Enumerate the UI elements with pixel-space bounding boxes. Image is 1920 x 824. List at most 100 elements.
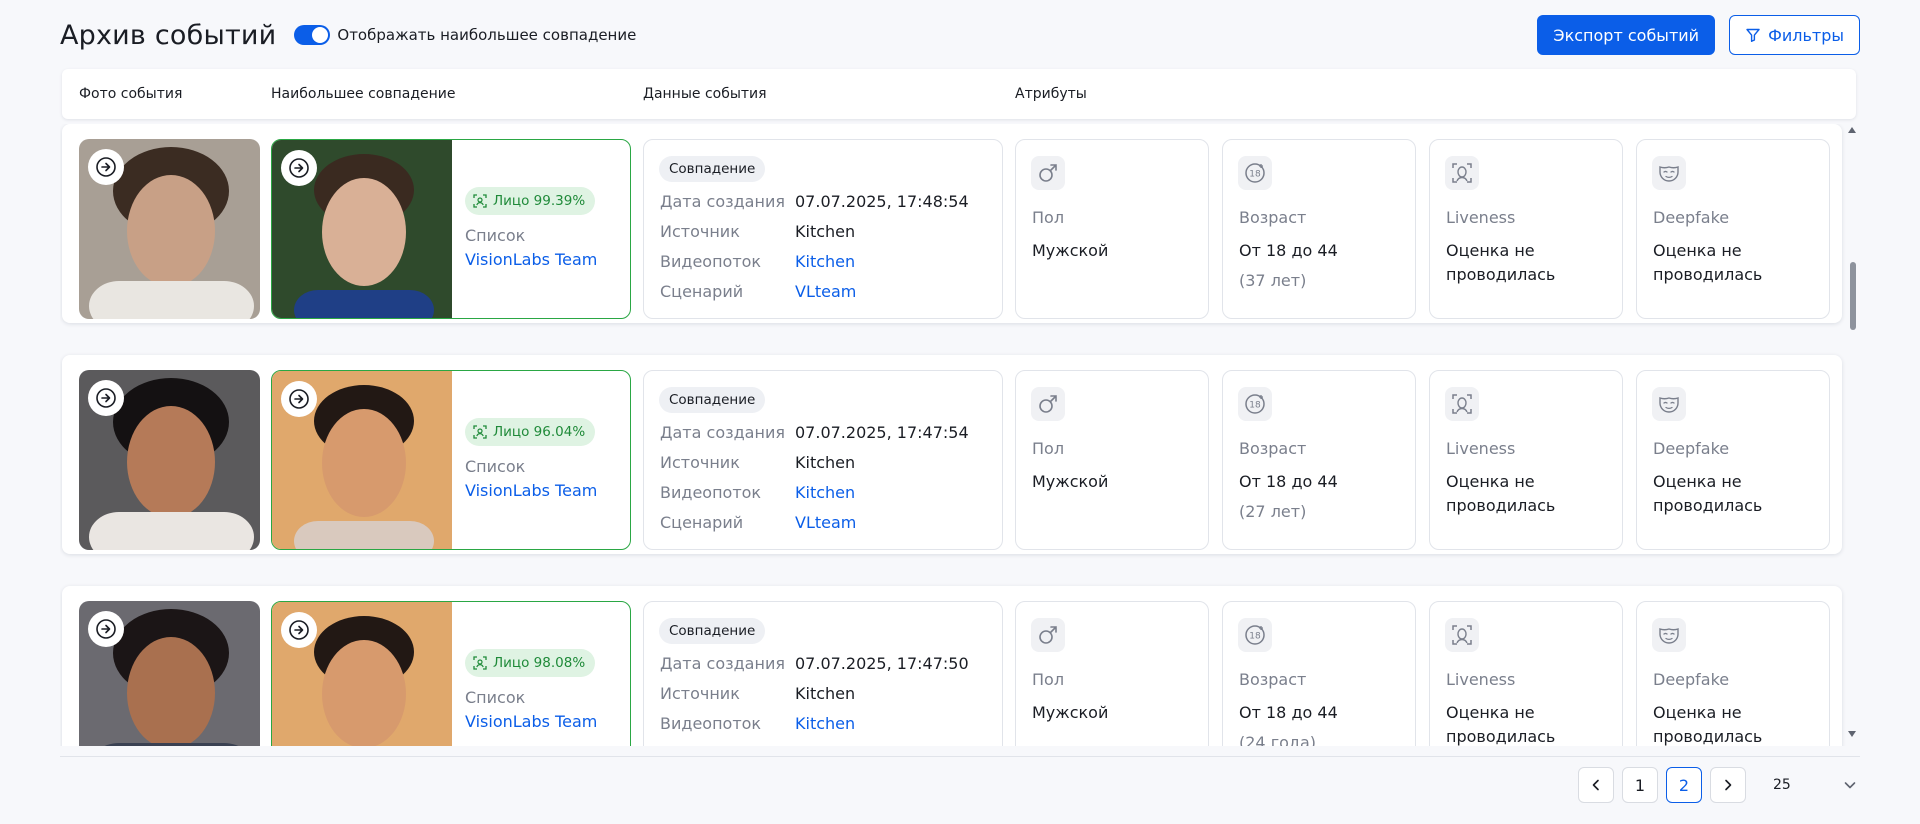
created-row: Дата создания 07.07.2025, 17:47:54 xyxy=(660,423,969,442)
face-liveness-icon xyxy=(1445,618,1479,652)
list-label: Список xyxy=(465,226,526,245)
created-label: Дата создания xyxy=(660,654,785,673)
source-value: Kitchen xyxy=(795,684,856,703)
created-value: 07.07.2025, 17:47:50 xyxy=(795,654,969,673)
stream-link[interactable]: Kitchen xyxy=(795,483,855,502)
gender-card: Пол Мужской xyxy=(1015,601,1209,746)
age-card: 18 Возраст От 18 до 44 (24 года) xyxy=(1222,601,1416,746)
chevron-down-icon xyxy=(1844,782,1856,789)
mask-icon xyxy=(1652,387,1686,421)
stream-label: Видеопоток xyxy=(660,252,762,271)
liveness-label: Liveness xyxy=(1446,208,1516,227)
liveness-card: Liveness Оценка не проводилась xyxy=(1429,601,1623,746)
page-1-button[interactable]: 1 xyxy=(1622,767,1658,803)
arrow-right-circle-icon xyxy=(289,158,309,178)
stream-link[interactable]: Kitchen xyxy=(795,714,855,733)
match-photo[interactable] xyxy=(272,602,452,746)
age-label: Возраст xyxy=(1239,439,1307,458)
age-exact: (37 лет) xyxy=(1239,271,1307,290)
arrow-right-circle-icon xyxy=(96,157,116,177)
stream-link[interactable]: Kitchen xyxy=(795,252,855,271)
goto-event-button[interactable] xyxy=(88,149,124,185)
match-score-badge: Лицо 99.39% xyxy=(465,187,596,215)
age-18-plus-icon: 18 xyxy=(1238,618,1272,652)
mask-icon xyxy=(1652,156,1686,190)
goto-event-button[interactable] xyxy=(88,380,124,416)
source-label: Источник xyxy=(660,684,740,703)
events-scrollbar[interactable] xyxy=(1846,124,1858,746)
age-label: Возраст xyxy=(1239,670,1307,689)
scenario-row: Сценарий VLteam xyxy=(660,282,856,301)
face-scan-icon xyxy=(473,425,487,439)
deepfake-value: Оценка не проводилась xyxy=(1653,472,1763,515)
arrow-right-circle-icon xyxy=(96,619,116,639)
created-label: Дата создания xyxy=(660,423,785,442)
list-link[interactable]: VisionLabs Team xyxy=(465,250,597,269)
best-match-toggle[interactable] xyxy=(294,25,331,45)
list-label: Список xyxy=(465,688,526,707)
next-page-button[interactable] xyxy=(1710,767,1746,803)
goto-match-button[interactable] xyxy=(281,381,317,417)
page-size-select[interactable]: 25 xyxy=(1763,767,1863,803)
export-events-button[interactable]: Экспорт событий xyxy=(1537,15,1716,55)
deepfake-card: Deepfake Оценка не проводилась xyxy=(1636,601,1830,746)
scenario-link[interactable]: VLteam xyxy=(795,744,856,746)
filters-button[interactable]: Фильтры xyxy=(1729,15,1860,55)
deepfake-value: Оценка не проводилась xyxy=(1653,241,1763,284)
source-value: Kitchen xyxy=(795,222,856,241)
deepfake-card: Deepfake Оценка не проводилась xyxy=(1636,139,1830,319)
stream-row: Видеопоток Kitchen xyxy=(660,252,855,271)
scenario-label: Сценарий xyxy=(660,744,795,746)
gender-value: Мужской xyxy=(1032,241,1109,260)
event-data-card: Совпадение Дата создания 07.07.2025, 17:4… xyxy=(643,370,1003,550)
gender-value: Мужской xyxy=(1032,472,1109,491)
gender-label: Пол xyxy=(1032,208,1065,227)
arrow-right-circle-icon xyxy=(96,388,116,408)
page-2-button[interactable]: 2 xyxy=(1666,767,1702,803)
age-18-plus-icon: 18 xyxy=(1238,387,1272,421)
mask-icon xyxy=(1652,618,1686,652)
match-score: Лицо 96.04% xyxy=(493,424,586,440)
pagination: 1 2 25 xyxy=(1578,767,1863,803)
prev-page-button[interactable] xyxy=(1578,767,1614,803)
list-link[interactable]: VisionLabs Team xyxy=(465,712,597,731)
match-photo[interactable] xyxy=(272,140,452,318)
match-score: Лицо 98.08% xyxy=(493,655,586,671)
age-exact: (27 лет) xyxy=(1239,502,1307,521)
goto-match-button[interactable] xyxy=(281,612,317,648)
deepfake-value: Оценка не проводилась xyxy=(1653,703,1763,746)
list-link[interactable]: VisionLabs Team xyxy=(465,481,597,500)
page-header: Архив событий Отображать наибольшее совп… xyxy=(60,14,1860,56)
scroll-up-arrow[interactable] xyxy=(1846,124,1858,136)
svg-text:18: 18 xyxy=(1249,401,1261,411)
deepfake-card: Deepfake Оценка не проводилась xyxy=(1636,370,1830,550)
toggle-knob xyxy=(312,27,329,43)
scenario-label: Сценарий xyxy=(660,282,744,301)
scenario-link[interactable]: VLteam xyxy=(795,282,856,301)
gender-label: Пол xyxy=(1032,439,1065,458)
chevron-left-icon xyxy=(1592,779,1599,791)
liveness-value: Оценка не проводилась xyxy=(1446,703,1556,746)
footer-divider xyxy=(60,756,1860,757)
source-row: Источник Kitchen xyxy=(660,453,855,472)
gender-value: Мужской xyxy=(1032,703,1109,722)
scroll-down-arrow[interactable] xyxy=(1846,728,1858,740)
scrollbar-thumb[interactable] xyxy=(1850,262,1856,330)
triangle-down-icon xyxy=(1848,731,1856,737)
event-row: Лицо 99.39% Список VisionLabs Team Совпа… xyxy=(62,124,1842,323)
age-label: Возраст xyxy=(1239,208,1307,227)
age-range: От 18 до 44 xyxy=(1239,472,1338,491)
match-chip: Совпадение xyxy=(659,618,766,644)
event-photo[interactable] xyxy=(79,601,260,746)
best-match-card: Лицо 96.04% Список VisionLabs Team xyxy=(271,370,631,550)
goto-match-button[interactable] xyxy=(281,150,317,186)
scenario-link[interactable]: VLteam xyxy=(795,513,856,532)
match-photo[interactable] xyxy=(272,371,452,549)
best-match-toggle-label: Отображать наибольшее совпадение xyxy=(337,26,637,44)
goto-event-button[interactable] xyxy=(88,611,124,647)
event-photo[interactable] xyxy=(79,139,260,319)
scenario-label: Сценарий xyxy=(660,513,744,532)
face-liveness-icon xyxy=(1445,387,1479,421)
age-card: 18 Возраст От 18 до 44 (27 лет) xyxy=(1222,370,1416,550)
event-photo[interactable] xyxy=(79,370,260,550)
